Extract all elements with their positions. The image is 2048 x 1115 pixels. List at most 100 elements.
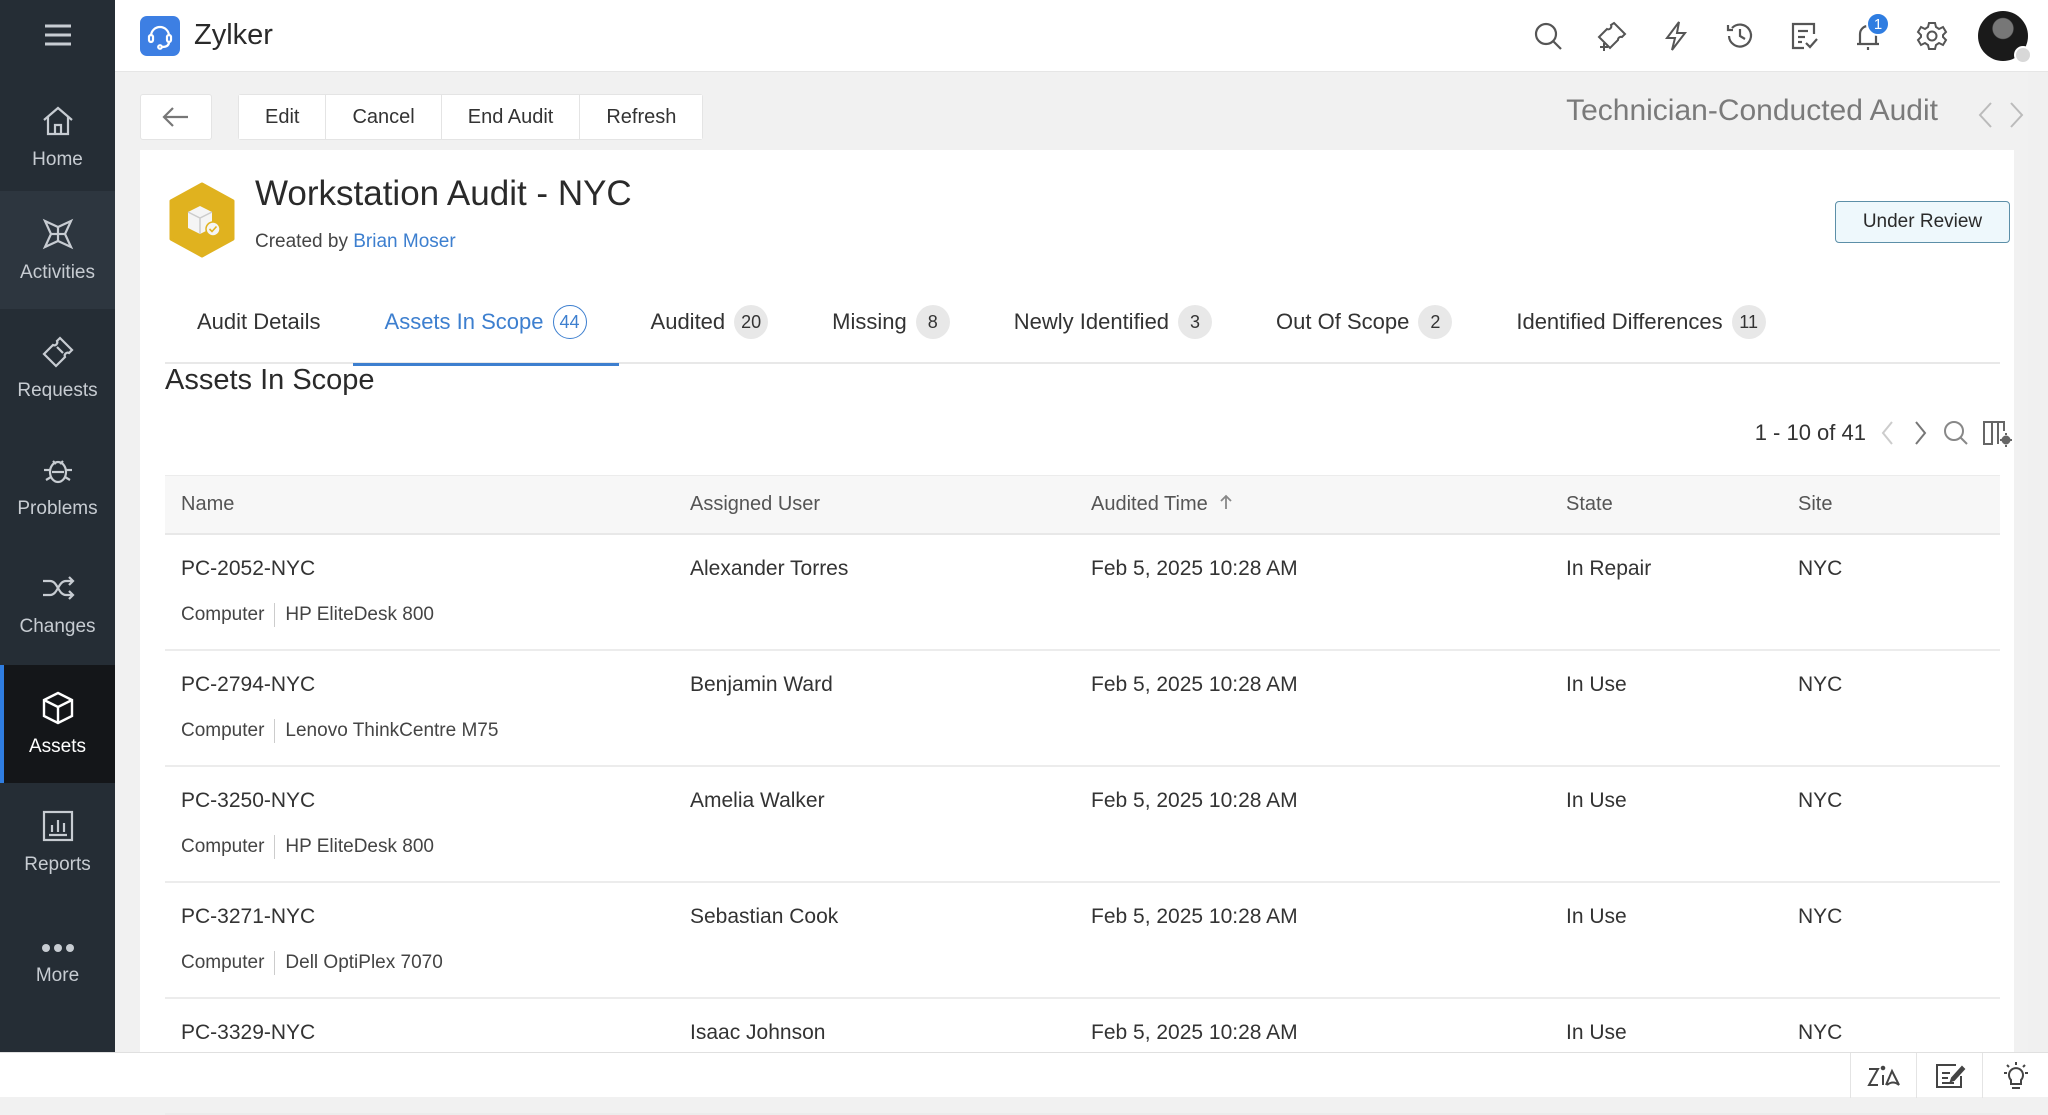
sidebar-item-activities[interactable]: Activities [0,191,115,309]
app-title: Zylker [194,19,273,51]
audit-title: Workstation Audit - NYC [255,174,632,213]
asset-state: In Use [1566,673,1627,696]
audit-tabs: Audit Details Assets In Scope 44 Audited… [165,280,2000,495]
history-icon [1726,23,1753,48]
column-settings-button[interactable] [1982,419,2014,447]
assigned-user: Alexander Torres [690,557,849,580]
asset-name[interactable]: PC-3329-NYC [181,1021,690,1045]
search-button[interactable] [1516,4,1580,68]
sidebar-item-requests[interactable]: Requests [0,309,115,427]
table-row[interactable]: PC-3250-NYC Computer HP EliteDesk 800 Ame… [165,767,2000,883]
quick-actions-button[interactable] [1644,4,1708,68]
history-button[interactable] [1708,4,1772,68]
lightbulb-icon [2003,1061,2028,1089]
sidebar-item-assets[interactable]: Assets [0,665,115,783]
assigned-user: Benjamin Ward [690,673,833,696]
end-audit-button[interactable]: End Audit [441,95,581,139]
sidebar-item-home[interactable]: Home [0,78,115,196]
audited-time: Feb 5, 2025 10:28 AM [1091,673,1298,696]
table-row[interactable]: PC-2052-NYC Computer HP EliteDesk 800 Ale… [165,535,2000,651]
tips-button[interactable] [1982,1053,2048,1098]
table-row[interactable]: PC-3271-NYC Computer Dell OptiPlex 7070 S… [165,883,2000,999]
pagination: 1 - 10 of 41 [1755,418,2014,448]
bottom-bar [0,1052,2048,1098]
next-page-button[interactable] [1910,418,1930,448]
bar-chart-icon [42,810,73,842]
tab-missing[interactable]: Missing 8 [800,280,982,364]
asset-model: HP EliteDesk 800 [285,604,434,625]
sidebar-item-changes[interactable]: Changes [0,545,115,663]
tab-newly-identified[interactable]: Newly Identified 3 [982,280,1244,364]
creator-link[interactable]: Brian Moser [353,231,455,252]
tab-identified-differences[interactable]: Identified Differences 11 [1484,280,1797,364]
new-request-button[interactable] [1580,4,1644,68]
created-by-prefix: Created by [255,231,348,252]
asset-site: NYC [1798,557,1843,580]
tab-assets-in-scope[interactable]: Assets In Scope 44 [352,280,619,366]
cancel-button[interactable]: Cancel [326,95,442,139]
checklist-icon [1791,22,1818,50]
created-by: Created by Brian Moser [255,231,456,253]
divider [274,719,276,743]
action-button-group: Edit Cancel End Audit Refresh [238,94,704,140]
sidebar-item-label: Assets [28,736,87,757]
status-button[interactable]: Under Review [1835,201,2010,243]
lightning-icon [1665,21,1688,51]
headset-icon [147,25,173,50]
sidebar-item-label: Requests [17,380,98,401]
user-avatar[interactable] [1978,11,2032,64]
bug-icon [43,460,72,484]
refresh-button[interactable]: Refresh [580,95,703,139]
previous-page-button[interactable] [1878,418,1898,448]
tasks-button[interactable] [1772,4,1836,68]
previous-record-button[interactable] [1976,98,1996,137]
sidebar-item-problems[interactable]: Problems [0,427,115,545]
tab-count-badge: 44 [552,305,587,339]
ticket-add-icon [1597,21,1627,51]
edit-note-icon [1935,1063,1965,1088]
notifications-button[interactable]: 1 [1836,4,1900,68]
home-icon [42,106,73,136]
next-record-button[interactable] [2006,98,2026,137]
table-search-button[interactable] [1942,419,1970,447]
tab-count-badge: 8 [915,305,950,339]
table-row[interactable]: PC-2794-NYC Computer Lenovo ThinkCentre M… [165,651,2000,767]
top-bar: Zylker 1 [115,0,2048,72]
asset-type: Computer [181,836,265,857]
column-header-audited-time[interactable]: Audited Time [1091,493,1566,516]
zia-icon [1866,1065,1900,1086]
asset-type: Computer [181,604,265,625]
column-header-assigned-user[interactable]: Assigned User [690,493,1091,516]
tab-label: Assets In Scope [384,309,544,334]
tab-out-of-scope[interactable]: Out Of Scope 2 [1244,280,1484,364]
settings-button[interactable] [1900,4,1964,68]
asset-type: Computer [181,720,265,741]
edit-button[interactable]: Edit [239,95,327,139]
asset-model: Lenovo ThinkCentre M75 [285,720,499,741]
asset-site: NYC [1798,673,1843,696]
page-scrollbar[interactable] [2028,72,2048,1052]
tab-audited[interactable]: Audited 20 [619,280,801,364]
sidebar-item-label: Home [32,149,83,170]
notes-button[interactable] [1916,1053,1982,1098]
column-header-site[interactable]: Site [1798,493,2000,516]
menu-button[interactable] [0,0,115,70]
back-button[interactable] [140,94,212,140]
tab-count-badge: 20 [734,305,769,339]
sidebar-item-reports[interactable]: Reports [0,783,115,901]
shuffle-icon [42,576,75,600]
asset-name[interactable]: PC-3250-NYC [181,789,690,813]
asset-name[interactable]: PC-3271-NYC [181,905,690,929]
asset-name[interactable]: PC-2052-NYC [181,557,690,581]
app-logo[interactable] [140,15,180,56]
tab-audit-details[interactable]: Audit Details [165,280,353,364]
divider [274,835,276,859]
column-header-state[interactable]: State [1566,493,1798,516]
search-icon [1534,22,1562,50]
audit-detail-panel: Workstation Audit - NYC Created by Brian… [140,150,2014,1115]
sidebar-item-more[interactable]: More [0,905,115,1023]
audit-asset-icon [169,182,235,258]
asset-name[interactable]: PC-2794-NYC [181,673,690,697]
zia-assistant-button[interactable] [1850,1053,1916,1098]
column-header-name[interactable]: Name [165,493,690,516]
